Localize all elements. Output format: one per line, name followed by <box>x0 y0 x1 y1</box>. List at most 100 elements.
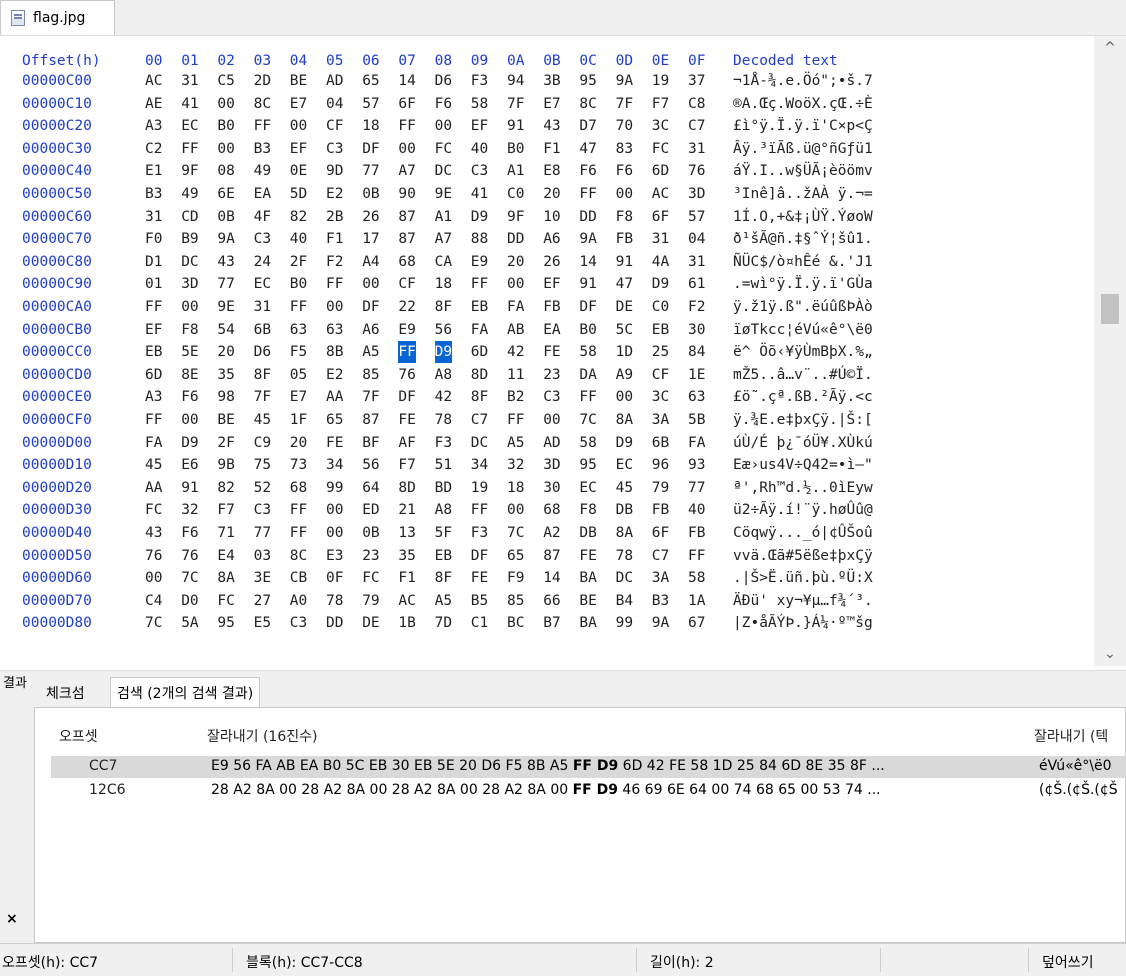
hex-byte[interactable]: 21 <box>398 499 415 521</box>
hex-byte[interactable]: EF <box>290 138 307 160</box>
tab-checksum[interactable]: 체크섬 <box>40 679 91 707</box>
hex-byte[interactable]: FF <box>688 545 705 567</box>
hex-byte[interactable]: E9 <box>471 251 488 273</box>
hex-byte[interactable]: FB <box>688 522 705 544</box>
hex-byte[interactable]: 01 <box>145 273 162 295</box>
hex-byte[interactable]: EC <box>616 454 633 476</box>
hex-byte[interactable]: 40 <box>471 138 488 160</box>
hex-byte[interactable]: 56 <box>362 454 379 476</box>
hex-byte[interactable]: 18 <box>435 273 452 295</box>
hex-byte[interactable]: F5 <box>290 341 307 363</box>
hex-byte[interactable]: FE <box>326 432 343 454</box>
table-row[interactable]: 12C6 28 A2 8A 00 28 A2 8A 00 28 A2 8A 00… <box>51 780 1126 802</box>
hex-byte[interactable]: DC <box>471 432 488 454</box>
hex-byte[interactable]: 41 <box>181 93 198 115</box>
hex-byte[interactable]: 45 <box>254 409 271 431</box>
hex-byte[interactable]: B0 <box>507 138 524 160</box>
hex-byte[interactable]: A3 <box>145 386 162 408</box>
hex-byte[interactable]: C7 <box>688 115 705 137</box>
hex-byte[interactable]: 64 <box>362 477 379 499</box>
hex-byte[interactable]: E2 <box>326 183 343 205</box>
hex-byte[interactable]: AD <box>543 432 560 454</box>
hex-byte[interactable]: F6 <box>616 160 633 182</box>
hex-byte[interactable]: FF <box>290 522 307 544</box>
hex-byte[interactable]: 77 <box>254 522 271 544</box>
hex-byte[interactable]: A6 <box>543 228 560 250</box>
hex-byte[interactable]: AB <box>507 319 524 341</box>
hex-byte[interactable]: 7C <box>145 612 162 634</box>
hex-byte[interactable]: 31 <box>688 251 705 273</box>
hex-byte[interactable]: DC <box>435 160 452 182</box>
hex-byte[interactable]: 32 <box>507 454 524 476</box>
hex-byte[interactable]: 40 <box>688 499 705 521</box>
hex-byte[interactable]: FA <box>471 319 488 341</box>
hex-byte[interactable]: 00 <box>217 138 234 160</box>
hex-byte[interactable]: 58 <box>579 432 596 454</box>
hex-byte[interactable]: 49 <box>254 160 271 182</box>
hex-byte[interactable]: E7 <box>290 93 307 115</box>
file-tab[interactable]: flag.jpg <box>0 0 115 35</box>
hex-byte[interactable]: 27 <box>254 590 271 612</box>
hex-byte[interactable]: EB <box>435 545 452 567</box>
scroll-up-icon[interactable]: ^ <box>1094 36 1126 60</box>
hex-byte[interactable]: D7 <box>579 115 596 137</box>
hex-byte[interactable]: 5E <box>181 341 198 363</box>
hex-byte[interactable]: AC <box>398 590 415 612</box>
hex-byte[interactable]: 65 <box>362 70 379 92</box>
hex-byte[interactable]: 26 <box>362 206 379 228</box>
hex-byte[interactable]: FB <box>543 296 560 318</box>
hex-byte[interactable]: 91 <box>507 115 524 137</box>
hex-byte[interactable]: 04 <box>326 93 343 115</box>
hex-byte[interactable]: 9A <box>652 612 669 634</box>
hex-byte[interactable]: B3 <box>145 183 162 205</box>
hex-byte[interactable]: FC <box>362 567 379 589</box>
hex-row[interactable]: 00000C50 B3 49 6E EA 5D E2 0B 90 9E 41 C0 20 FF 00 AC 3D… <box>0 183 1094 206</box>
hex-row[interactable]: 00000D80 7C 5A 95 E5 C3 DD DE 1B 7D C1 BC B7 BA 99 9A 67… <box>0 612 1094 635</box>
hex-byte[interactable]: FF <box>290 296 307 318</box>
hex-row[interactable]: 00000C90 01 3D 77 EC B0 FF 00 CF 18 FF 00 EF 91 47 D9 61… <box>0 273 1094 296</box>
hex-byte[interactable]: AE <box>145 93 162 115</box>
hex-byte[interactable]: 05 <box>290 364 307 386</box>
hex-byte[interactable]: 65 <box>507 545 524 567</box>
hex-row[interactable]: 00000C70 F0 B9 9A C3 40 F1 17 87 A7 88 DD A6 9A FB 31 04… <box>0 228 1094 251</box>
hex-byte[interactable]: FF <box>290 499 307 521</box>
hex-byte[interactable]: FA <box>688 432 705 454</box>
hex-byte[interactable]: 78 <box>326 590 343 612</box>
hex-byte[interactable]: FC <box>217 590 234 612</box>
hex-byte[interactable]: 26 <box>543 251 560 273</box>
hex-byte[interactable]: DD <box>326 612 343 634</box>
hex-byte[interactable]: 3C <box>652 115 669 137</box>
hex-byte[interactable]: 57 <box>362 93 379 115</box>
hex-byte[interactable]: E6 <box>181 454 198 476</box>
hex-byte[interactable]: 00 <box>217 93 234 115</box>
hex-byte[interactable]: FB <box>652 499 669 521</box>
hex-byte[interactable]: 1F <box>290 409 307 431</box>
hex-byte[interactable]: 9D <box>326 160 343 182</box>
hex-row[interactable]: 00000CC0 EB 5E 20 D6 F5 8B A5 FF D9 6D 42 FE 58 1D 25 84… <box>0 341 1094 364</box>
hex-byte[interactable]: FF <box>579 386 596 408</box>
hex-byte[interactable]: A9 <box>616 364 633 386</box>
hex-byte[interactable]: FF <box>398 341 416 364</box>
hex-byte[interactable]: 08 <box>217 160 234 182</box>
hex-byte[interactable]: B9 <box>181 228 198 250</box>
hex-byte[interactable]: 8D <box>398 477 415 499</box>
hex-byte[interactable]: DE <box>616 296 633 318</box>
hex-byte[interactable]: 76 <box>145 545 162 567</box>
hex-byte[interactable]: FF <box>579 183 596 205</box>
hex-byte[interactable]: 56 <box>435 319 452 341</box>
hex-byte[interactable]: 03 <box>254 545 271 567</box>
hex-byte[interactable]: C8 <box>688 93 705 115</box>
hex-byte[interactable]: AC <box>652 183 669 205</box>
hex-byte[interactable]: A7 <box>435 228 452 250</box>
hex-byte[interactable]: 23 <box>362 545 379 567</box>
hex-byte[interactable]: 2D <box>254 70 271 92</box>
hex-byte[interactable]: 42 <box>435 386 452 408</box>
hex-byte[interactable]: CF <box>398 273 415 295</box>
hex-byte[interactable]: 4F <box>254 206 271 228</box>
hex-byte[interactable]: 00 <box>616 183 633 205</box>
hex-byte[interactable]: C3 <box>254 228 271 250</box>
hex-byte[interactable]: DD <box>579 206 596 228</box>
hex-byte[interactable]: DE <box>362 612 379 634</box>
hex-byte[interactable]: 00 <box>326 522 343 544</box>
hex-byte[interactable]: 19 <box>471 477 488 499</box>
